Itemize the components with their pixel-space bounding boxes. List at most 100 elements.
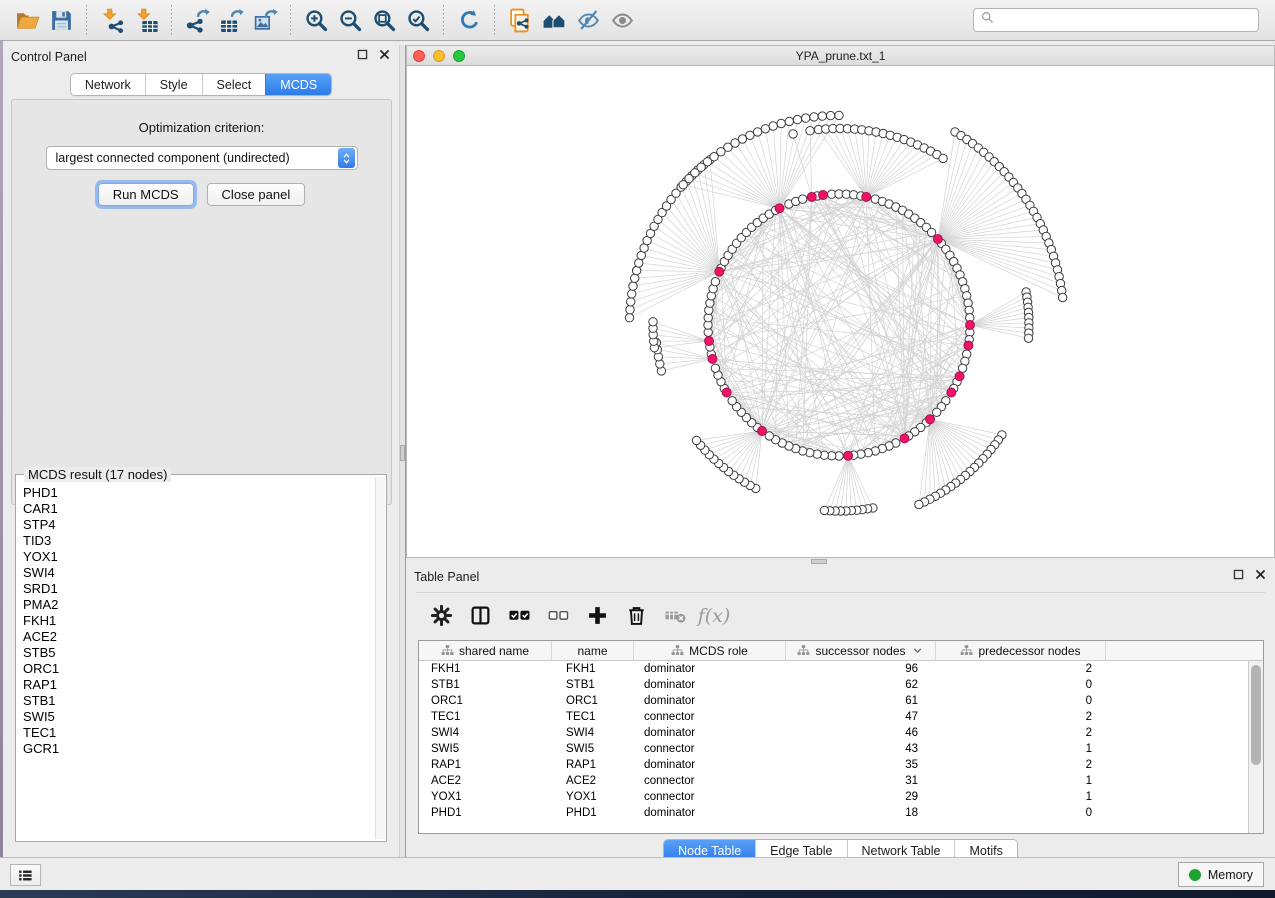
table-cell: SWI5 <box>552 743 634 755</box>
show-panels-list-button[interactable] <box>10 864 41 886</box>
table-cell: 35 <box>786 759 936 771</box>
table-cell: 0 <box>936 807 1106 819</box>
vertical-splitter[interactable] <box>399 45 406 857</box>
toolbar-separator <box>494 5 495 35</box>
share-document-icon[interactable] <box>503 3 537 37</box>
splitter-grip[interactable] <box>811 559 827 564</box>
column-header-successor-nodes[interactable]: successor nodes <box>786 641 936 660</box>
table-row[interactable]: TEC1TEC1connector472 <box>419 709 1247 725</box>
result-scrollbar[interactable] <box>375 477 385 839</box>
show-all-icon[interactable] <box>605 3 639 37</box>
table-cell: YOX1 <box>552 791 634 803</box>
close-panel-icon[interactable] <box>378 48 391 66</box>
add-row-icon[interactable] <box>580 599 614 633</box>
delete-row-icon[interactable] <box>619 599 653 633</box>
result-node-item[interactable]: SRD1 <box>17 581 374 597</box>
run-mcds-button[interactable]: Run MCDS <box>98 183 194 206</box>
zoom-selected-icon[interactable] <box>401 3 435 37</box>
float-panel-icon[interactable] <box>1232 568 1245 586</box>
horizontal-splitter[interactable] <box>406 558 1275 565</box>
close-window-icon[interactable] <box>413 50 425 62</box>
table-cell: PHD1 <box>552 807 634 819</box>
criterion-select[interactable]: largest connected component (undirected) <box>46 146 358 170</box>
close-panel-icon[interactable] <box>1254 568 1267 586</box>
columns-icon[interactable] <box>463 599 497 633</box>
memory-label: Memory <box>1208 868 1253 882</box>
import-table-icon[interactable] <box>129 3 163 37</box>
result-node-item[interactable]: STB5 <box>17 645 374 661</box>
table-row[interactable]: PHD1PHD1dominator180 <box>419 805 1247 821</box>
network-home-icon[interactable] <box>537 3 571 37</box>
tab-network[interactable]: Network <box>71 74 145 95</box>
table-row[interactable]: ACE2ACE2connector311 <box>419 773 1247 789</box>
memory-button[interactable]: Memory <box>1178 862 1264 887</box>
result-node-item[interactable]: SWI4 <box>17 565 374 581</box>
table-cell: SWI4 <box>552 727 634 739</box>
table-row[interactable]: SWI4SWI4dominator462 <box>419 725 1247 741</box>
table-cell: FKH1 <box>552 663 634 675</box>
result-node-item[interactable]: ACE2 <box>17 629 374 645</box>
table-cell: TEC1 <box>419 711 552 723</box>
network-graph-canvas[interactable] <box>407 66 1274 557</box>
zoom-in-icon[interactable] <box>299 3 333 37</box>
table-row[interactable]: STB1STB1dominator620 <box>419 677 1247 693</box>
table-cell: 18 <box>786 807 936 819</box>
zoom-out-icon[interactable] <box>333 3 367 37</box>
gear-icon[interactable] <box>424 599 458 633</box>
select-all-icon[interactable] <box>502 599 536 633</box>
close-panel-button[interactable]: Close panel <box>207 183 306 206</box>
zoom-window-icon[interactable] <box>453 50 465 62</box>
result-node-item[interactable]: TEC1 <box>17 725 374 741</box>
result-node-item[interactable]: FKH1 <box>17 613 374 629</box>
table-cell: dominator <box>634 807 786 819</box>
column-header-MCDS-role[interactable]: MCDS role <box>634 641 786 660</box>
tab-select[interactable]: Select <box>202 74 266 95</box>
table-row[interactable]: YOX1YOX1connector291 <box>419 789 1247 805</box>
column-header-name[interactable]: name <box>552 641 634 660</box>
export-network-icon[interactable] <box>180 3 214 37</box>
export-image-icon[interactable] <box>248 3 282 37</box>
table-scrollbar[interactable] <box>1248 661 1263 833</box>
zoom-fit-icon[interactable] <box>367 3 401 37</box>
result-node-item[interactable]: TID3 <box>17 533 374 549</box>
result-node-item[interactable]: STP4 <box>17 517 374 533</box>
table-cell: YOX1 <box>419 791 552 803</box>
deselect-all-icon[interactable] <box>541 599 575 633</box>
column-header-predecessor-nodes[interactable]: predecessor nodes <box>936 641 1106 660</box>
save-session-icon[interactable] <box>44 3 78 37</box>
result-node-item[interactable]: ORC1 <box>17 661 374 677</box>
splitter-grip[interactable] <box>400 445 405 461</box>
toolbar-separator <box>171 5 172 35</box>
scrollbar-thumb[interactable] <box>1251 665 1261 765</box>
table-row[interactable]: RAP1RAP1dominator352 <box>419 757 1247 773</box>
result-node-item[interactable]: PMA2 <box>17 597 374 613</box>
table-cell: STB1 <box>419 679 552 691</box>
search-input[interactable] <box>995 10 1252 30</box>
result-node-item[interactable]: GCR1 <box>17 741 374 757</box>
hide-unselected-icon[interactable] <box>571 3 605 37</box>
mcds-result-list[interactable]: PHD1CAR1STP4TID3YOX1SWI4SRD1PMA2FKH1ACE2… <box>17 485 374 839</box>
network-view-window: YPA_prune.txt_1 <box>406 45 1275 558</box>
refresh-icon[interactable] <box>452 3 486 37</box>
open-session-icon[interactable] <box>10 3 44 37</box>
export-table-icon[interactable] <box>214 3 248 37</box>
search-box[interactable] <box>973 8 1259 32</box>
tab-mcds[interactable]: MCDS <box>265 74 331 95</box>
column-header-shared-name[interactable]: shared name <box>419 641 552 660</box>
float-panel-icon[interactable] <box>356 48 369 66</box>
result-node-item[interactable]: RAP1 <box>17 677 374 693</box>
result-node-item[interactable]: STB1 <box>17 693 374 709</box>
table-row[interactable]: SWI5SWI5connector431 <box>419 741 1247 757</box>
import-network-icon[interactable] <box>95 3 129 37</box>
tab-style[interactable]: Style <box>145 74 202 95</box>
table-row[interactable]: ORC1ORC1dominator610 <box>419 693 1247 709</box>
result-node-item[interactable]: PHD1 <box>17 485 374 501</box>
sort-desc-icon <box>911 644 924 657</box>
table-cell: connector <box>634 743 786 755</box>
result-node-item[interactable]: YOX1 <box>17 549 374 565</box>
result-node-item[interactable]: SWI5 <box>17 709 374 725</box>
result-node-item[interactable]: CAR1 <box>17 501 374 517</box>
table-cell: 1 <box>936 743 1106 755</box>
minimize-window-icon[interactable] <box>433 50 445 62</box>
table-row[interactable]: FKH1FKH1dominator962 <box>419 661 1247 677</box>
